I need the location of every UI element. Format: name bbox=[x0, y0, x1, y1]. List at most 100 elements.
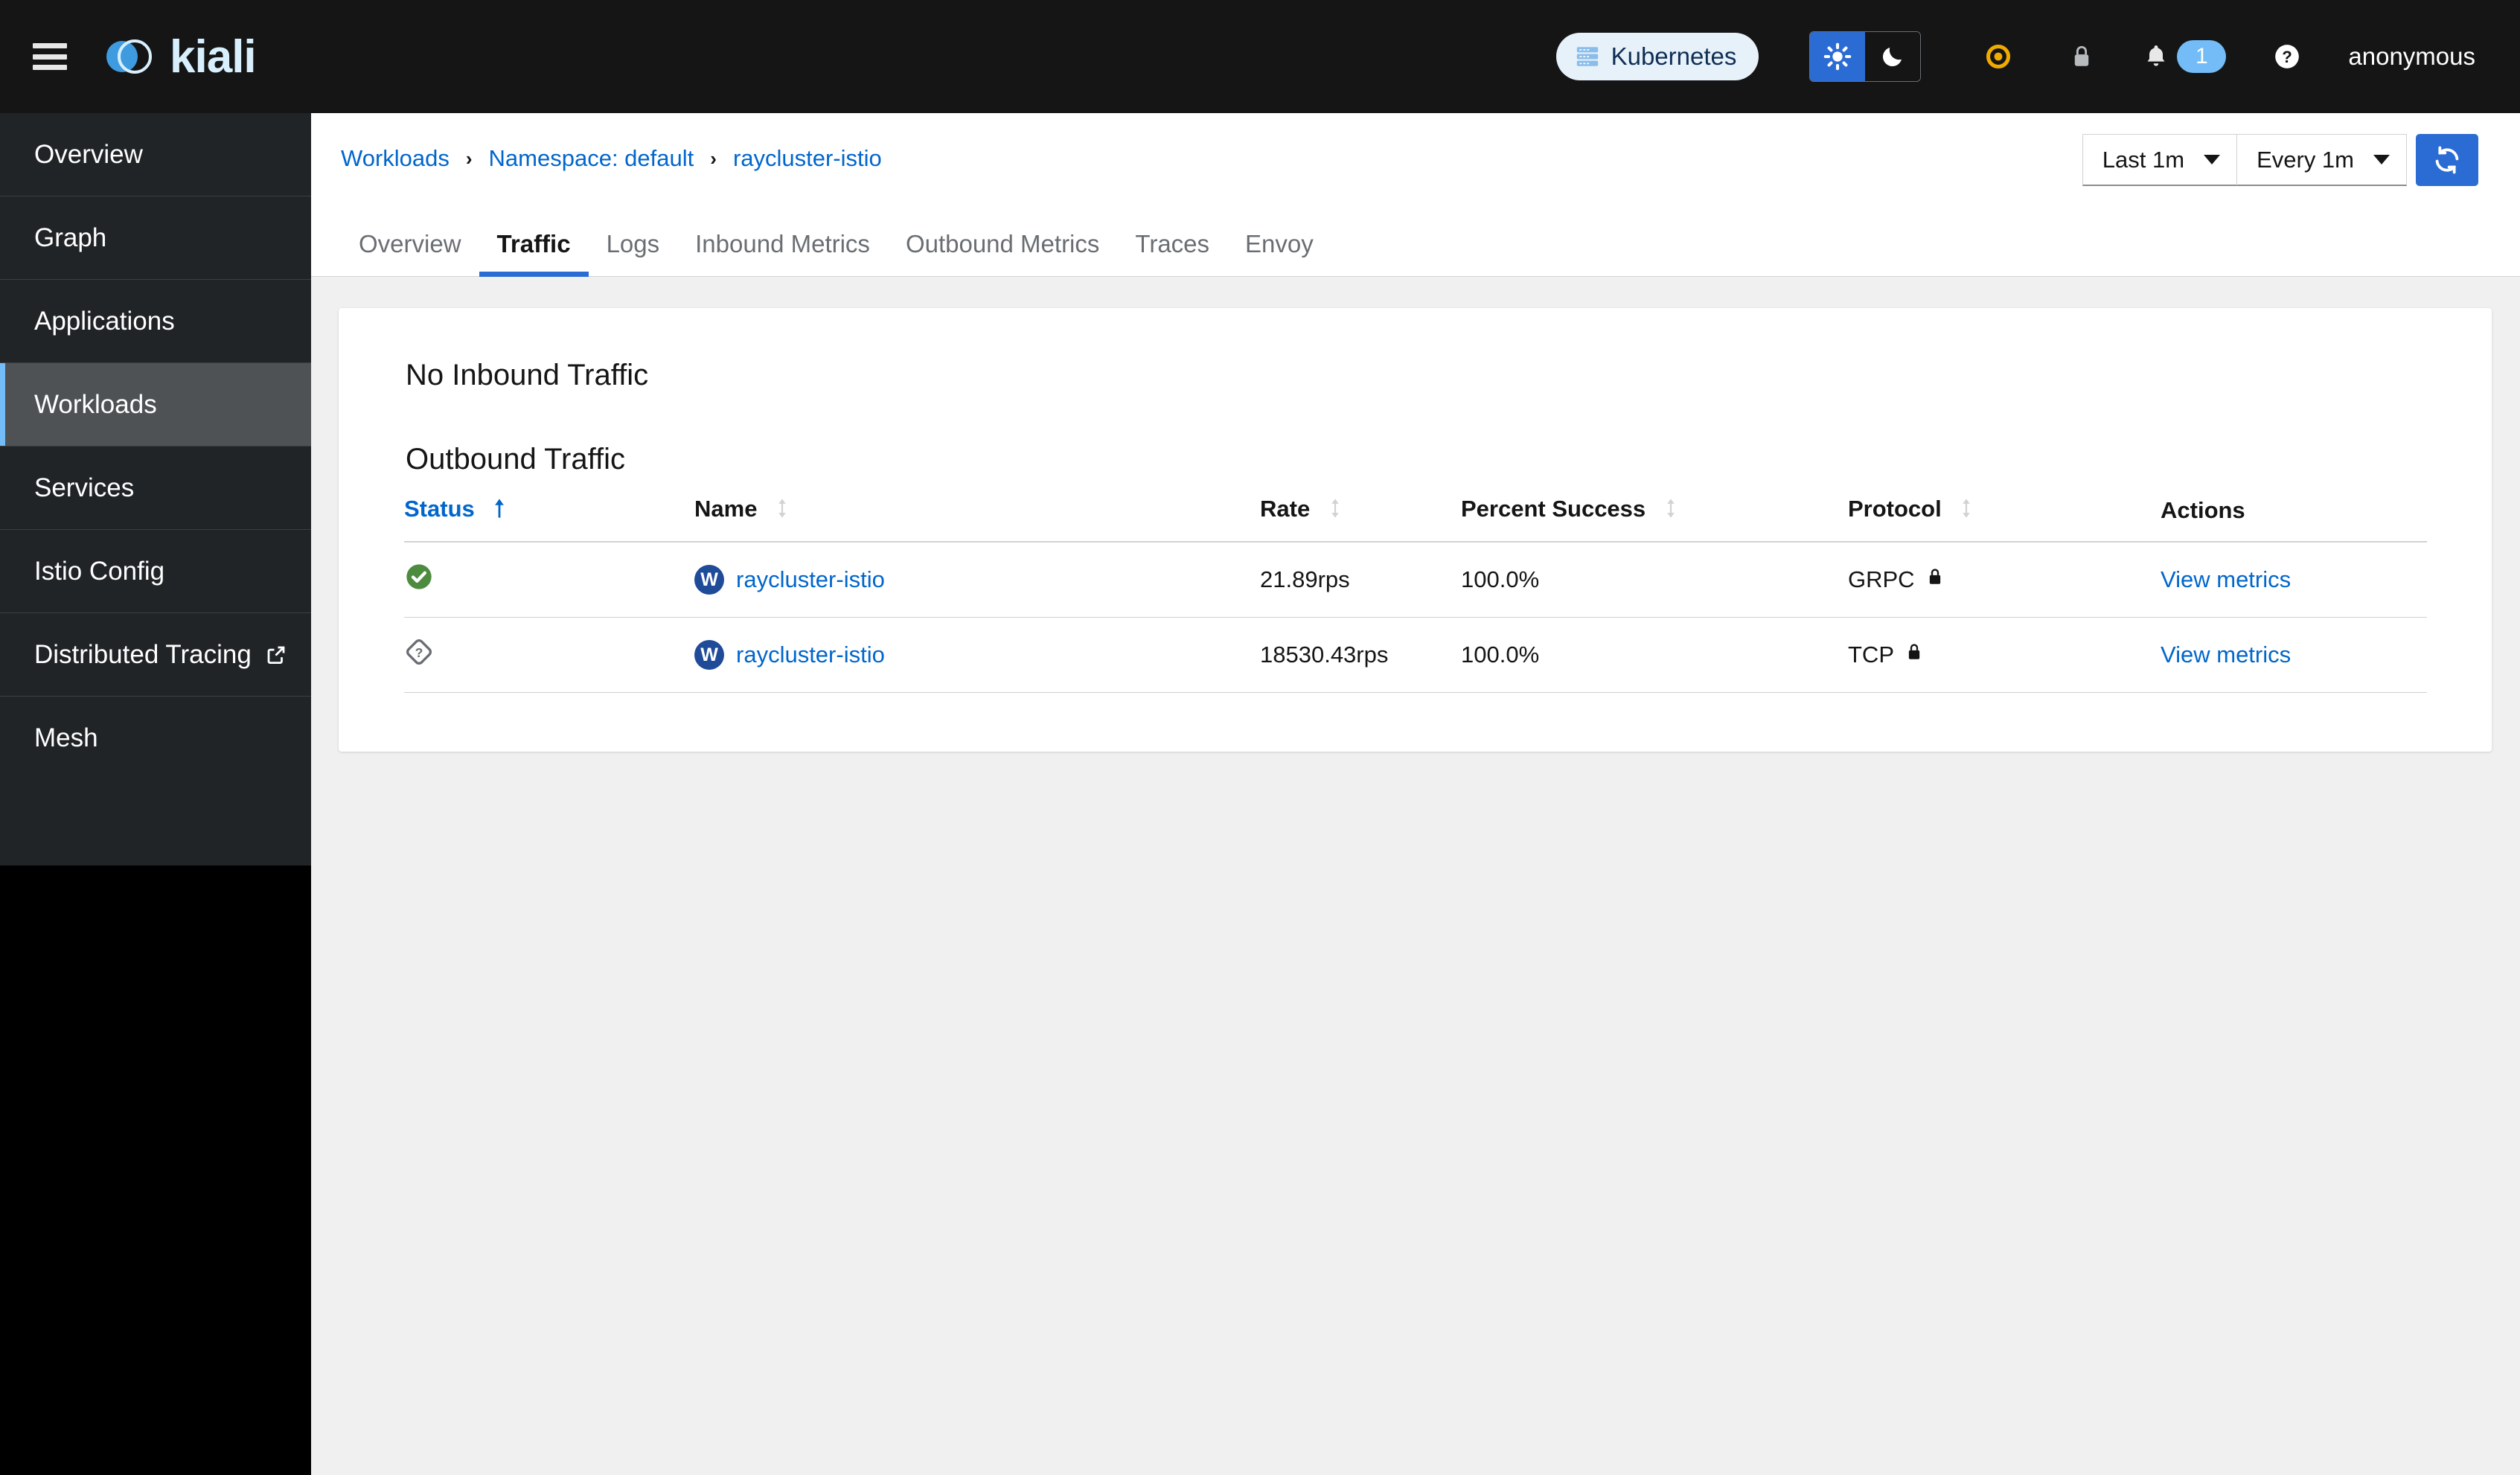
cell-protocol: GRPC bbox=[1848, 542, 2161, 618]
hamburger-icon[interactable] bbox=[33, 43, 67, 70]
column-header-protocol[interactable]: Protocol bbox=[1848, 496, 2161, 543]
sun-icon[interactable] bbox=[1810, 32, 1866, 81]
sidebar-item-istio-config[interactable]: Istio Config bbox=[0, 530, 311, 613]
tab-traffic[interactable]: Traffic bbox=[479, 230, 589, 277]
sidebar-item-overview[interactable]: Overview bbox=[0, 113, 311, 196]
breadcrumb: Workloads › Namespace: default › rayclus… bbox=[341, 145, 882, 172]
main-content: Workloads › Namespace: default › rayclus… bbox=[311, 113, 2520, 1475]
tab-inbound-metrics[interactable]: Inbound Metrics bbox=[677, 230, 888, 276]
sidebar-item-label: Workloads bbox=[34, 389, 157, 419]
tab-outbound-metrics[interactable]: Outbound Metrics bbox=[888, 230, 1117, 276]
sidebar-item-label: Mesh bbox=[34, 723, 98, 752]
cell-percent-success: 100.0% bbox=[1461, 617, 1848, 693]
column-header-name[interactable]: Name bbox=[694, 496, 1260, 543]
tab-traces[interactable]: Traces bbox=[1117, 230, 1227, 276]
cell-protocol: TCP bbox=[1848, 617, 2161, 693]
cell-actions: View metrics bbox=[2161, 617, 2427, 693]
cell-status bbox=[404, 542, 694, 618]
breadcrumb-item-namespace[interactable]: Namespace: default bbox=[489, 145, 694, 172]
column-header-percent-success[interactable]: Percent Success bbox=[1461, 496, 1848, 543]
sidebar-item-services[interactable]: Services bbox=[0, 447, 311, 530]
kiali-logo-icon bbox=[106, 39, 152, 74]
sort-none-icon bbox=[775, 498, 789, 525]
sort-none-icon bbox=[1664, 498, 1678, 525]
refresh-interval-value: Every 1m bbox=[2257, 146, 2354, 173]
view-metrics-link[interactable]: View metrics bbox=[2161, 641, 2291, 668]
column-header-actions: Actions bbox=[2161, 496, 2427, 543]
cell-rate: 18530.43rps bbox=[1260, 617, 1461, 693]
lock-icon bbox=[1905, 641, 1924, 668]
cell-percent-success: 100.0% bbox=[1461, 542, 1848, 618]
lock-icon bbox=[1925, 566, 1945, 593]
column-header-status[interactable]: Status bbox=[404, 496, 694, 543]
column-header-label: Name bbox=[694, 496, 758, 522]
istio-status-icon[interactable] bbox=[1976, 32, 2021, 81]
sidebar-empty-area bbox=[0, 866, 311, 1475]
notification-count-badge: 1 bbox=[2177, 40, 2227, 73]
cell-name: W raycluster-istio bbox=[694, 617, 1260, 693]
brand-logo[interactable]: kiali bbox=[100, 29, 257, 84]
workload-link[interactable]: raycluster-istio bbox=[736, 566, 885, 593]
svg-text:?: ? bbox=[2283, 48, 2293, 66]
cell-name: W raycluster-istio bbox=[694, 542, 1260, 618]
workload-link[interactable]: raycluster-istio bbox=[736, 641, 885, 668]
outbound-traffic-table: Status Name Rate Percent Success Protoco… bbox=[404, 496, 2427, 693]
workload-badge: W bbox=[694, 640, 724, 670]
sort-none-icon bbox=[1960, 498, 1973, 525]
chevron-down-icon bbox=[2373, 155, 2390, 164]
sidebar-item-label: Overview bbox=[34, 139, 143, 169]
column-header-label: Actions bbox=[2161, 496, 2245, 523]
lock-icon[interactable] bbox=[2059, 32, 2104, 81]
external-link-icon bbox=[265, 644, 287, 666]
table-row[interactable]: ? W raycluster-istio 18530.43rps 100.0% bbox=[404, 617, 2427, 693]
svg-text:?: ? bbox=[415, 645, 423, 660]
column-header-rate[interactable]: Rate bbox=[1260, 496, 1461, 543]
chevron-down-icon bbox=[2204, 155, 2221, 164]
table-row[interactable]: W raycluster-istio 21.89rps 100.0% GRPC bbox=[404, 542, 2427, 618]
breadcrumb-item-workload[interactable]: raycluster-istio bbox=[733, 145, 882, 172]
sidebar-item-applications[interactable]: Applications bbox=[0, 280, 311, 363]
sidebar-item-distributed-tracing[interactable]: Distributed Tracing bbox=[0, 613, 311, 697]
sidebar-item-mesh[interactable]: Mesh bbox=[0, 697, 311, 780]
help-icon[interactable]: ? bbox=[2265, 32, 2309, 81]
column-header-label: Status bbox=[404, 496, 475, 522]
breadcrumb-separator: › bbox=[465, 147, 473, 170]
cluster-label: Kubernetes bbox=[1611, 42, 1737, 70]
time-range-select[interactable]: Last 1m bbox=[2082, 134, 2238, 186]
sidebar-item-label: Services bbox=[34, 473, 135, 502]
cluster-selector[interactable]: Kubernetes bbox=[1555, 33, 1759, 80]
view-metrics-link[interactable]: View metrics bbox=[2161, 566, 2291, 592]
protocol-label: TCP bbox=[1848, 641, 1894, 668]
sidebar-item-workloads[interactable]: Workloads bbox=[0, 363, 311, 447]
inbound-traffic-heading: No Inbound Traffic bbox=[406, 359, 649, 391]
cell-actions: View metrics bbox=[2161, 542, 2427, 618]
sidebar-item-label: Graph bbox=[34, 223, 107, 252]
breadcrumb-bar: Workloads › Namespace: default › rayclus… bbox=[311, 113, 2520, 204]
outbound-traffic-heading: Outbound Traffic bbox=[406, 443, 625, 476]
traffic-card: No Inbound Traffic Outbound Traffic Stat… bbox=[339, 308, 2492, 752]
tab-overview[interactable]: Overview bbox=[341, 230, 479, 276]
cell-rate: 21.89rps bbox=[1260, 542, 1461, 618]
unknown-diamond-icon: ? bbox=[404, 639, 434, 672]
bell-icon bbox=[2147, 45, 2165, 66]
notifications-button[interactable]: 1 bbox=[2143, 40, 2227, 73]
sidebar-item-graph[interactable]: Graph bbox=[0, 196, 311, 280]
refresh-button[interactable] bbox=[2416, 134, 2478, 186]
tab-envoy[interactable]: Envoy bbox=[1227, 230, 1331, 276]
protocol-label: GRPC bbox=[1848, 566, 1915, 592]
user-menu[interactable]: anonymous bbox=[2348, 42, 2475, 71]
breadcrumb-item-workloads[interactable]: Workloads bbox=[341, 145, 450, 172]
column-header-label: Protocol bbox=[1848, 496, 1942, 522]
table-header-row: Status Name Rate Percent Success Protoco… bbox=[404, 496, 2427, 543]
sidebar-item-label: Distributed Tracing bbox=[34, 639, 252, 669]
theme-toggle[interactable] bbox=[1809, 31, 1922, 82]
refresh-interval-select[interactable]: Every 1m bbox=[2237, 134, 2407, 186]
time-range-value: Last 1m bbox=[2102, 146, 2185, 173]
workload-badge: W bbox=[694, 565, 724, 595]
sidebar-item-label: Applications bbox=[34, 306, 175, 336]
masthead-actions: Kubernetes 1 ? anonymous bbox=[1555, 31, 2520, 82]
column-header-label: Rate bbox=[1260, 496, 1311, 522]
time-controls: Last 1m Every 1m bbox=[2082, 134, 2478, 186]
moon-icon[interactable] bbox=[1865, 32, 1921, 81]
tab-logs[interactable]: Logs bbox=[589, 230, 678, 276]
